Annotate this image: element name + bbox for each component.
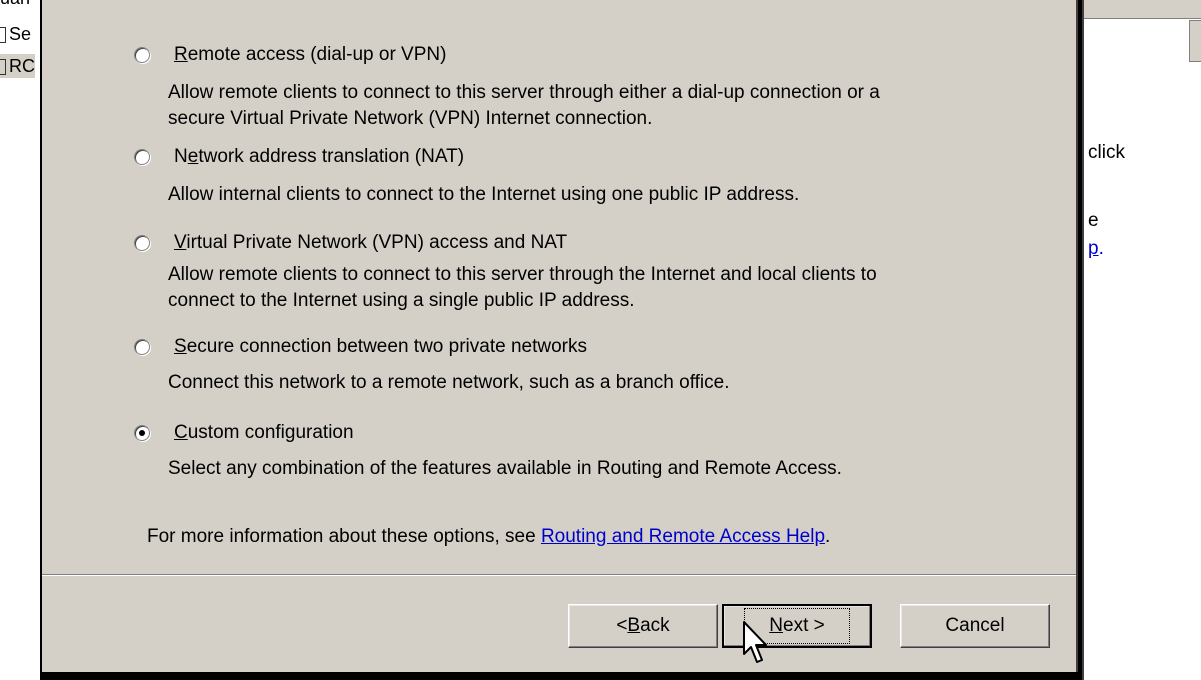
option-description: Connect this network to a remote network… (168, 372, 730, 393)
next-rest: ext > (783, 615, 825, 636)
background-window-left: uan Se RC (0, 0, 40, 680)
wizard-dialog: Remote access (dial-up or VPN) Allow rem… (42, 0, 1078, 672)
info-text: For more information about these options… (147, 526, 541, 547)
option-label[interactable]: Virtual Private Network (VPN) access and… (174, 232, 567, 254)
option-description: Allow remote clients to connect to this … (168, 264, 877, 311)
cancel-button[interactable]: Cancel (900, 604, 1050, 648)
background-help-link[interactable]: p. (1088, 238, 1104, 260)
option-description: Allow internal clients to connect to the… (168, 184, 800, 205)
link-text[interactable]: p (1088, 238, 1099, 259)
info-suffix: . (825, 526, 831, 547)
tree-item-label: RC (9, 56, 35, 76)
help-info-text: For more information about these options… (147, 526, 830, 548)
tree-item-label: Se (9, 24, 32, 44)
background-header (1084, 0, 1201, 19)
radio-remote-access[interactable] (134, 47, 150, 63)
cancel-label: Cancel (945, 615, 1005, 636)
server-icon (0, 27, 6, 44)
radio-custom-configuration[interactable] (134, 425, 150, 441)
tree-item[interactable]: Se (0, 22, 31, 46)
option-label[interactable]: Remote access (dial-up or VPN) (174, 44, 446, 66)
tree-item-label: uan (0, 0, 30, 8)
option-label[interactable]: Secure connection between two private ne… (174, 336, 587, 358)
radio-secure-connection[interactable] (134, 339, 150, 355)
scrollbar[interactable] (1189, 20, 1201, 62)
separator (42, 574, 1076, 576)
back-rest: ack (640, 615, 670, 636)
link-suffix: . (1098, 238, 1104, 259)
tree-item-selected[interactable]: RC (0, 54, 35, 78)
option-label[interactable]: Network address translation (NAT) (174, 146, 464, 168)
background-text: e (1088, 210, 1099, 231)
option-label[interactable]: Custom configuration (174, 422, 354, 444)
radio-nat[interactable] (134, 149, 150, 165)
tree-item[interactable]: uan (0, 0, 30, 10)
help-link[interactable]: Routing and Remote Access Help (541, 526, 825, 547)
background-text: click (1088, 142, 1125, 163)
option-description: Select any combination of the features a… (168, 458, 842, 479)
background-window-right: click e p. (1082, 0, 1201, 680)
radio-vpn-and-nat[interactable] (134, 235, 150, 251)
option-description: Allow remote clients to connect to this … (168, 82, 880, 129)
back-prefix: < (616, 615, 628, 636)
routing-icon (0, 59, 6, 76)
mouse-cursor-icon (743, 621, 767, 663)
back-mnemonic: B (627, 615, 641, 636)
back-button[interactable]: < Back (568, 604, 718, 648)
